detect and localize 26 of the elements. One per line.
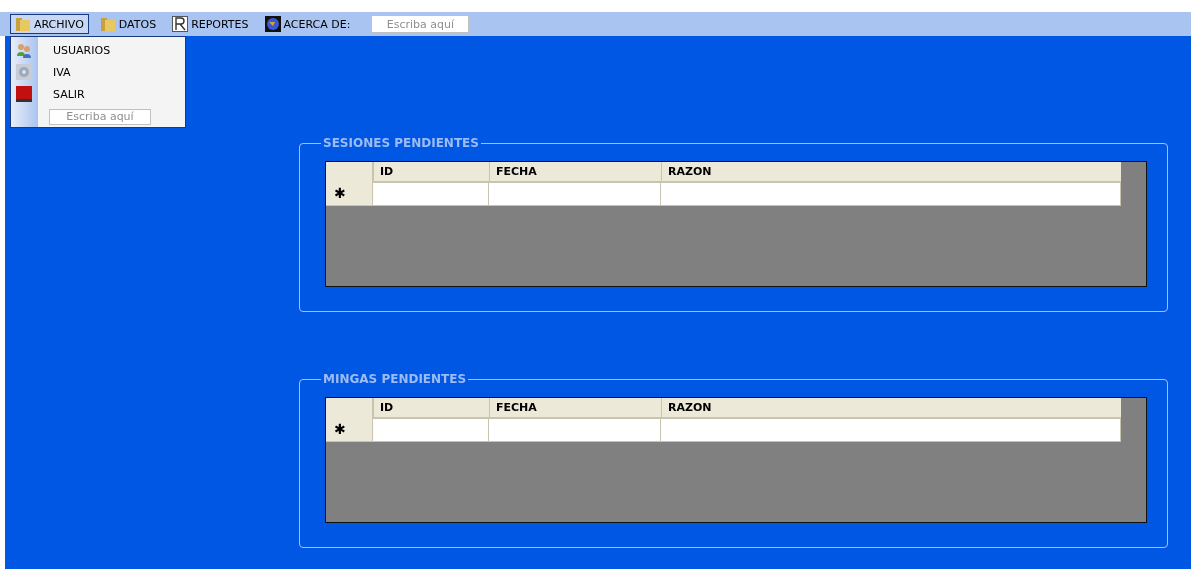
table-cell[interactable] <box>489 419 661 442</box>
menu-entry[interactable]: IVA <box>11 61 185 83</box>
menu-item[interactable]: ACERCA DE: <box>259 14 356 34</box>
new-menu-item-field[interactable]: Escriba aquí <box>371 15 470 33</box>
menu-entry[interactable]: SALIR <box>11 83 185 105</box>
new-menu-entry-field[interactable]: Escriba aquí <box>49 108 151 125</box>
row-header: ✱ <box>326 419 373 442</box>
row-header: ✱ <box>326 183 373 206</box>
globe-icon <box>264 16 281 32</box>
letter-r-icon <box>172 16 189 32</box>
table-cell[interactable] <box>373 419 489 442</box>
group-title: SESIONES PENDIENTES <box>322 136 480 150</box>
disc-icon <box>16 64 32 80</box>
menu-item[interactable]: DATOS <box>94 14 162 34</box>
users-icon <box>16 42 32 58</box>
table-cell[interactable] <box>661 183 1121 206</box>
table-cell[interactable] <box>373 183 489 206</box>
menu-item[interactable]: ARCHIVO <box>10 14 89 34</box>
exit-icon <box>16 86 32 102</box>
table-cell[interactable] <box>661 419 1121 442</box>
menu-item[interactable]: REPORTES <box>167 14 254 34</box>
folder-icon <box>99 16 116 32</box>
menu-entry[interactable]: USUARIOS <box>11 39 185 61</box>
table-cell[interactable] <box>489 183 661 206</box>
folder-icon <box>15 16 31 32</box>
group-title: MINGAS PENDIENTES <box>322 372 468 386</box>
